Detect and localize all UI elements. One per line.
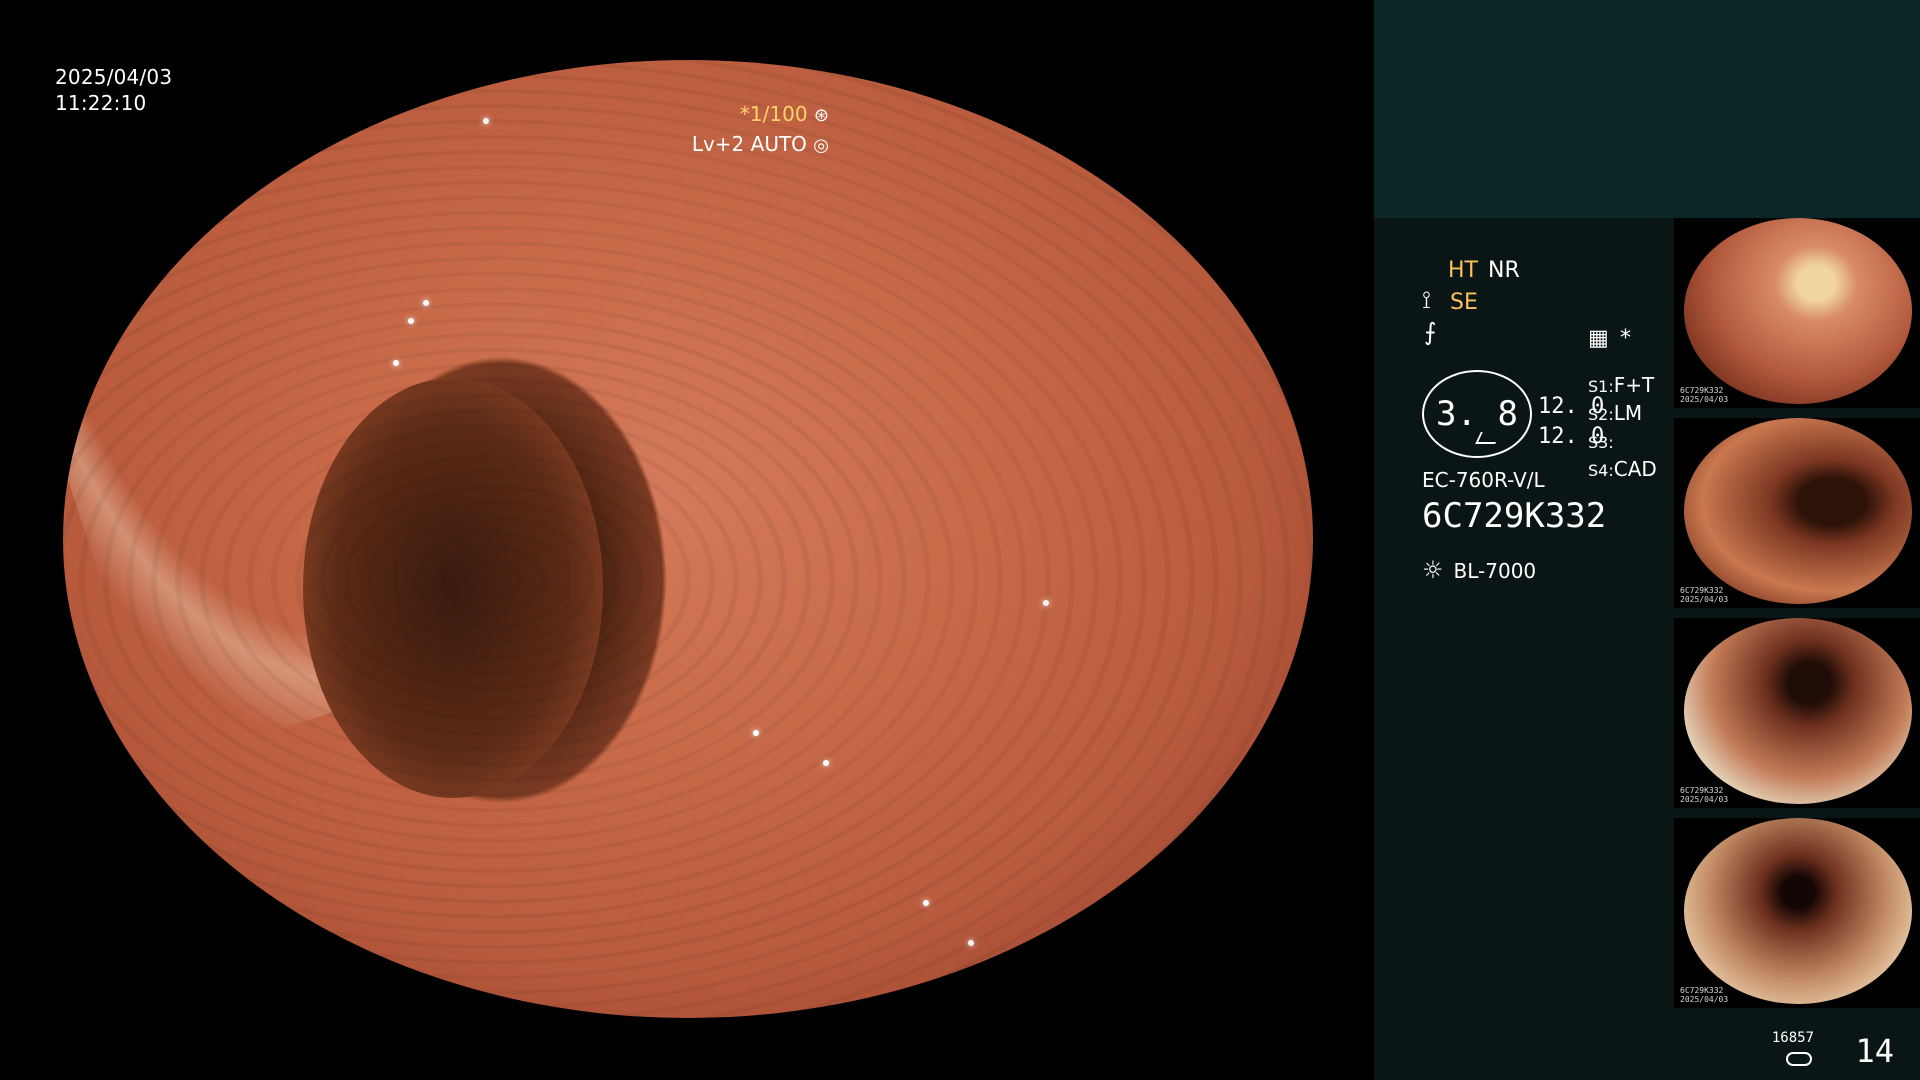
thumbnail[interactable]: 6C729K332 2025/04/03 bbox=[1674, 818, 1920, 1008]
light-source: ☼ BL-7000 bbox=[1422, 556, 1536, 584]
switch-2-value: LM bbox=[1613, 401, 1643, 425]
switch-1: S1:F+T bbox=[1588, 372, 1657, 400]
circle-marker-icon bbox=[1475, 432, 1501, 444]
thumbnail-image bbox=[1684, 418, 1912, 604]
thumbnail-serial: 6C729K332 bbox=[1680, 786, 1724, 795]
date-text: 2025/04/03 bbox=[55, 65, 173, 89]
specular-highlight bbox=[968, 940, 974, 946]
right-panel: HT NR ⟟ SE ⨍ ▦ * 3. 8 12. 0 12. 0 S1:F+T… bbox=[1374, 0, 1920, 1080]
image-count: 14 bbox=[1855, 1032, 1894, 1070]
thumbnail-meta: 6C729K332 2025/04/03 bbox=[1680, 986, 1728, 1004]
thumbnail-image bbox=[1684, 218, 1912, 404]
settings-icon: ▦ bbox=[1588, 326, 1609, 351]
shutter-status: *1/100 ⊛ bbox=[692, 100, 829, 130]
f-mode-icon: ⨍ bbox=[1424, 318, 1437, 346]
scope-switches: S1:F+T S2:LM S3: S4:CAD bbox=[1588, 372, 1657, 484]
circle-value: 3. 8 bbox=[1436, 394, 1518, 434]
se-indicator: SE bbox=[1450, 290, 1478, 315]
specular-highlight bbox=[823, 760, 829, 766]
device-info: HT NR ⟟ SE ⨍ ▦ * 3. 8 12. 0 12. 0 S1:F+T… bbox=[1398, 242, 1688, 602]
ht-indicator: HT bbox=[1448, 258, 1478, 283]
switch-4: S4:CAD bbox=[1588, 456, 1657, 484]
specular-highlight bbox=[1043, 600, 1049, 606]
top-right-status: *1/100 ⊛ Lv+2 AUTO ◎ bbox=[692, 100, 829, 160]
light-source-text: BL-7000 bbox=[1453, 559, 1537, 583]
scope-model: EC-760R-V/L bbox=[1422, 468, 1545, 492]
shutter-prefix: * bbox=[739, 102, 750, 126]
thumbnail-date: 2025/04/03 bbox=[1680, 995, 1729, 1004]
thumbnail-meta: 6C729K332 2025/04/03 bbox=[1680, 386, 1728, 404]
time-text: 11:22:10 bbox=[55, 91, 147, 115]
switch-4-value: CAD bbox=[1613, 457, 1657, 481]
switch-4-label: S4: bbox=[1588, 461, 1614, 480]
magnification-circle: 3. 8 bbox=[1422, 370, 1532, 458]
switch-2: S2:LM bbox=[1588, 400, 1657, 428]
thumbnail-meta: 6C729K332 2025/04/03 bbox=[1680, 586, 1728, 604]
thumbnail[interactable]: 6C729K332 2025/04/03 bbox=[1674, 218, 1920, 408]
specular-highlight bbox=[923, 900, 929, 906]
light-source-icon: ☼ bbox=[1422, 556, 1444, 584]
thumbnail[interactable]: 6C729K332 2025/04/03 bbox=[1674, 618, 1920, 808]
nr-indicator: NR bbox=[1488, 258, 1520, 283]
specular-highlight bbox=[483, 118, 489, 124]
panel-header bbox=[1374, 0, 1920, 218]
main-endoscope-view: 2025/04/03 11:22:10 *1/100 ⊛ Lv+2 AUTO ◎ bbox=[0, 0, 1374, 1080]
scope-serial: 6C729K332 bbox=[1422, 496, 1607, 536]
switch-1-value: F+T bbox=[1613, 373, 1655, 397]
specular-highlight bbox=[423, 300, 429, 306]
switch-3-label: S3: bbox=[1588, 433, 1614, 452]
storage-drum-icon bbox=[1786, 1052, 1812, 1066]
star-indicator: * bbox=[1620, 326, 1631, 351]
thumbnail-serial: 6C729K332 bbox=[1680, 386, 1724, 395]
timestamp: 2025/04/03 11:22:10 bbox=[55, 64, 172, 116]
lumen bbox=[303, 378, 603, 798]
endoscope-image bbox=[63, 60, 1313, 1018]
specular-highlight bbox=[753, 730, 759, 736]
auto-text: AUTO bbox=[750, 132, 807, 156]
specular-highlight bbox=[408, 318, 414, 324]
thumbnail-date: 2025/04/03 bbox=[1680, 395, 1729, 404]
shutter-speed: 1/100 bbox=[749, 102, 808, 126]
thumbnail-image bbox=[1684, 618, 1912, 804]
thumbnail-date: 2025/04/03 bbox=[1680, 795, 1729, 804]
thumbnail-serial: 6C729K332 bbox=[1680, 986, 1724, 995]
specular-highlight bbox=[393, 360, 399, 366]
thumbnail-date: 2025/04/03 bbox=[1680, 595, 1729, 604]
exposure-status: Lv+2 AUTO ◎ bbox=[692, 130, 829, 160]
record-count: 16857 bbox=[1771, 1030, 1814, 1046]
thumbnail-serial: 6C729K332 bbox=[1680, 586, 1724, 595]
aperture-icon: ⊛ bbox=[813, 105, 829, 126]
thumbnail-meta: 6C729K332 2025/04/03 bbox=[1680, 786, 1728, 804]
switch-3: S3: bbox=[1588, 428, 1657, 456]
target-icon: ◎ bbox=[813, 135, 829, 156]
thumbnail-strip: 6C729K332 2025/04/03 6C729K332 2025/04/0… bbox=[1674, 218, 1920, 1018]
level-text: Lv+2 bbox=[691, 132, 745, 156]
switch-1-label: S1: bbox=[1588, 377, 1614, 396]
switch-2-label: S2: bbox=[1588, 405, 1614, 424]
se-mode-icon: ⟟ bbox=[1422, 286, 1431, 314]
thumbnail[interactable]: 6C729K332 2025/04/03 bbox=[1674, 418, 1920, 608]
thumbnail-image bbox=[1684, 818, 1912, 1004]
